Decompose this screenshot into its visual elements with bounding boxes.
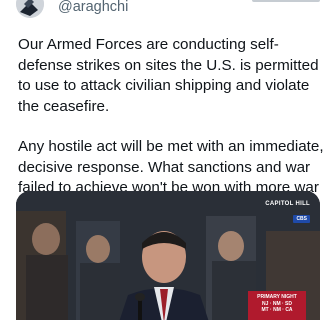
logo-badge: CBS bbox=[293, 215, 310, 223]
election-overlay: PRIMARY NIGHT NJ · NM · SD MT · NM · CA bbox=[248, 291, 306, 320]
post-paragraph-1: Our Armed Forces are conducting self-def… bbox=[18, 36, 319, 115]
author-handle[interactable]: @araghchi bbox=[58, 0, 128, 15]
post-media-image[interactable]: CAPITOL HILL CBS PRIMARY NIGHT NJ · NM ·… bbox=[16, 191, 320, 320]
overlay-line-1: PRIMARY NIGHT bbox=[257, 294, 297, 300]
avatar[interactable] bbox=[16, 0, 44, 18]
avatar-image bbox=[16, 0, 44, 18]
post-header: @araghchi bbox=[0, 0, 336, 24]
overlay-line-3: MT · NM · CA bbox=[261, 307, 293, 313]
post-paragraph-2: Any hostile act will be met with an imme… bbox=[18, 138, 324, 196]
logo-text: CAPITOL HILL bbox=[265, 201, 310, 207]
more-options-icon[interactable] bbox=[250, 0, 324, 4]
broadcast-logo: CAPITOL HILL CBS bbox=[265, 201, 310, 225]
post-card: @araghchi Our Armed Forces are conductin… bbox=[0, 0, 336, 320]
